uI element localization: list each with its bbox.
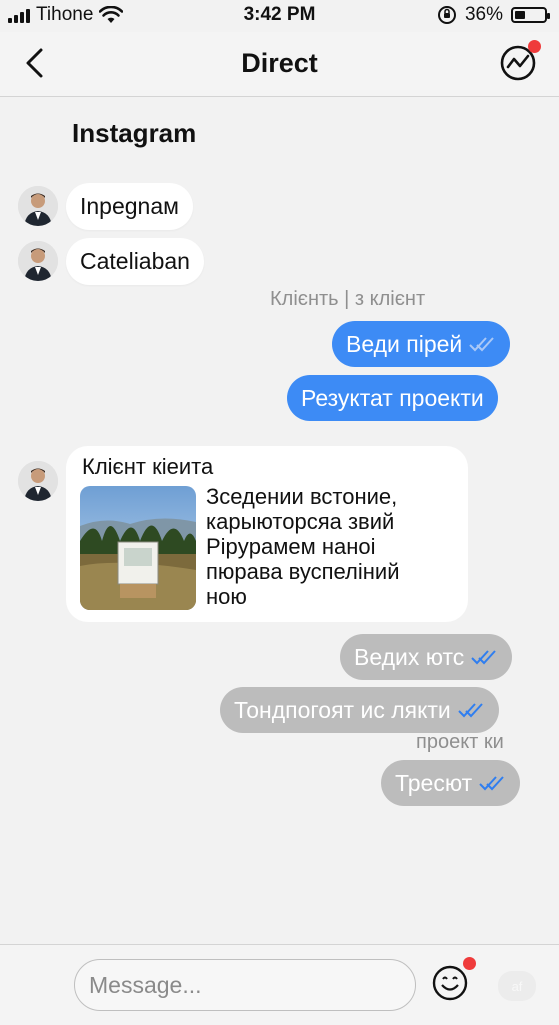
message-text: Ведих ютс xyxy=(354,643,465,670)
incoming-message[interactable]: Cateliaban xyxy=(66,238,204,285)
avatar[interactable] xyxy=(18,241,58,281)
read-receipt-icon xyxy=(458,703,483,718)
faded-button[interactable]: af xyxy=(498,971,536,1001)
read-receipt-icon xyxy=(471,650,497,665)
post-thumbnail[interactable] xyxy=(80,486,196,610)
outgoing-message[interactable]: Веди пірей xyxy=(332,321,511,367)
activity-button[interactable] xyxy=(497,40,541,84)
avatar[interactable] xyxy=(18,186,58,226)
smiley-icon xyxy=(432,965,468,1001)
notification-badge xyxy=(528,40,541,53)
card-line: ною xyxy=(206,584,247,609)
outgoing-message[interactable]: Ведих ютс xyxy=(340,634,513,680)
person-icon xyxy=(18,186,58,226)
card-title: Клієнт кіеита xyxy=(82,454,214,479)
message-text: Inpegnaм xyxy=(80,193,179,219)
nav-bar: Direct xyxy=(0,32,559,97)
outgoing-message[interactable]: Тондпогоят ис лякти xyxy=(220,687,499,733)
faded-button-label: af xyxy=(511,978,523,994)
read-receipt-icon xyxy=(469,337,495,352)
notification-badge xyxy=(463,957,476,970)
message-text: Веди пірей xyxy=(346,330,463,357)
page-title: Direct xyxy=(241,48,318,78)
card-line: пюрава вуспеліний xyxy=(206,559,400,584)
message-text: Тондпогоят ис лякти xyxy=(234,696,451,723)
message-text: Резуктат проекти xyxy=(301,384,484,411)
orientation-lock-icon xyxy=(437,6,456,24)
message-caption: Клієнть | з клієнт xyxy=(270,288,426,310)
emoji-button[interactable] xyxy=(430,957,476,1003)
shared-post-card[interactable]: Клієнт кіеита Зседении встоние, карыютор… xyxy=(66,446,468,622)
landscape-image xyxy=(80,486,196,610)
read-receipt-icon xyxy=(479,776,504,791)
person-icon xyxy=(18,241,58,281)
status-right: 36% xyxy=(437,4,550,26)
message-input[interactable] xyxy=(74,959,416,1011)
message-caption: проект ки xyxy=(416,731,504,753)
message-text: Тресют xyxy=(395,769,473,796)
avatar[interactable] xyxy=(18,461,58,501)
card-line: Зседении встоние, xyxy=(206,484,398,509)
incoming-message[interactable]: Inpegnaм xyxy=(66,183,193,230)
battery-percent: 36% xyxy=(464,4,503,25)
card-line: карыюторсяа звий xyxy=(206,509,395,534)
person-icon xyxy=(18,461,58,501)
message-text: Cateliaban xyxy=(80,248,190,274)
battery-icon xyxy=(511,7,550,23)
outgoing-message[interactable]: Тресют xyxy=(381,760,521,806)
status-bar: Tihone 3:42 PM 36% xyxy=(0,0,559,32)
conversation-label: Instagram xyxy=(72,118,197,148)
outgoing-message[interactable]: Резуктат проекти xyxy=(287,375,498,421)
card-line: Pipyрамем наноі xyxy=(206,534,376,559)
message-composer: af xyxy=(0,944,559,1025)
card-body: Зседении встоние, карыюторсяа звий Pipyр… xyxy=(206,484,458,609)
